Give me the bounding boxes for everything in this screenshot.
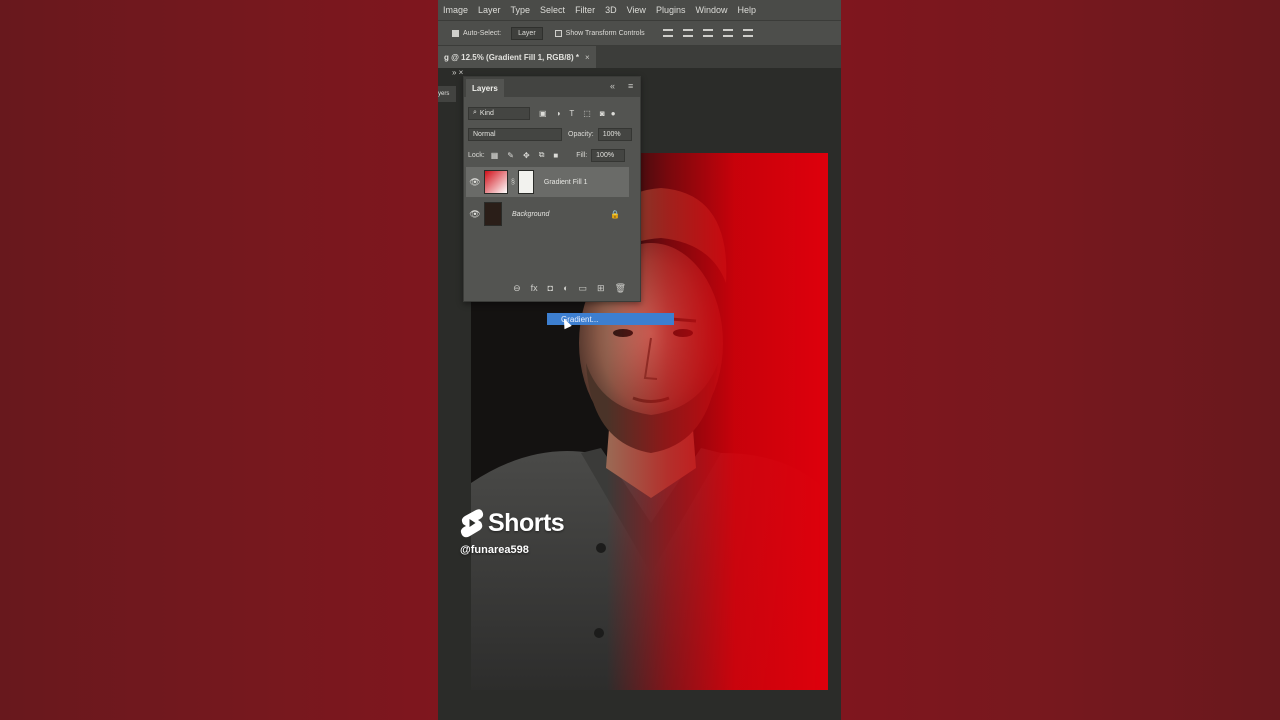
delete-layer-icon[interactable]: 🗑	[615, 283, 626, 294]
visibility-eye-icon[interactable]: 👁	[466, 209, 484, 220]
menu-filter[interactable]: Filter	[570, 5, 600, 15]
options-bar: Auto-Select: Layer Show Transform Contro…	[438, 20, 841, 46]
layer-name: Background	[512, 210, 550, 218]
layer-row-background[interactable]: 👁 Background 🔒	[466, 199, 629, 229]
filter-smart-object-icon[interactable]: ◙	[600, 109, 605, 118]
menu-help[interactable]: Help	[732, 5, 761, 15]
tab-layers[interactable]: Layers	[466, 79, 504, 97]
transform-controls-label: Show Transform Controls	[565, 29, 645, 37]
menu-type[interactable]: Type	[506, 5, 536, 15]
auto-select-target-dropdown[interactable]: Layer	[511, 26, 543, 40]
align-center-icon[interactable]	[682, 29, 693, 37]
lock-transparent-icon[interactable]: ▦	[491, 151, 499, 160]
lock-label: Lock:	[468, 151, 485, 159]
layers-panel-footer: ⊖ fx ◘ ◐ ▭ ⊞ 🗑	[464, 277, 640, 299]
fx-icon[interactable]: fx	[531, 283, 538, 293]
filter-type-icon[interactable]: T	[569, 109, 574, 118]
shorts-title: Shorts	[488, 508, 565, 537]
gradient-thumbnail	[484, 170, 508, 194]
fill-label: Fill:	[576, 151, 588, 159]
link-layers-icon[interactable]: ⊖	[513, 283, 521, 294]
filter-kind-dropdown[interactable]: ⌕ Kind	[468, 106, 530, 120]
auto-select-label: Auto-Select:	[463, 29, 502, 37]
shorts-watermark: Shorts	[460, 508, 565, 538]
layers-panel-header: Layers « ≡	[464, 77, 640, 97]
lock-artboard-icon[interactable]: ⧉	[539, 150, 545, 160]
dock-arrows-icon[interactable]: » ×	[452, 68, 463, 77]
video-frame: Image Layer Type Select Filter 3D View P…	[438, 0, 841, 720]
blend-mode-dropdown[interactable]: Normal	[468, 127, 562, 141]
close-tab-icon[interactable]: ×	[585, 53, 590, 62]
panel-menu-icon[interactable]: ≡	[628, 81, 633, 91]
filter-kind-value: Kind	[479, 109, 494, 117]
filter-row: ⌕ Kind ▣ ◑ T ⬚ ◙ ●	[468, 104, 638, 122]
align-top-icon[interactable]	[722, 29, 733, 37]
menu-window[interactable]: Window	[690, 5, 732, 15]
document-title: g @ 12.5% (Gradient Fill 1, RGB/8) *	[444, 52, 579, 62]
fill-field[interactable]: 100%	[591, 148, 626, 162]
menu-select[interactable]: Select	[535, 5, 570, 15]
layers-panel: Layers « ≡ ⌕ Kind ▣ ◑ T ⬚ ◙ ● Normal Opa…	[463, 76, 641, 302]
lock-all-icon[interactable]: ■	[553, 151, 558, 160]
new-group-icon[interactable]: ▭	[579, 283, 588, 294]
add-mask-icon[interactable]: ◘	[548, 283, 553, 293]
layer-row-gradient-fill[interactable]: 👁 § Gradient Fill 1	[466, 167, 629, 197]
filter-pixel-icon[interactable]: ▣	[539, 109, 547, 118]
distribute-icon[interactable]	[742, 29, 753, 37]
adjustment-layer-icon[interactable]: ◐	[563, 283, 568, 293]
menu-view[interactable]: View	[622, 5, 651, 15]
menu-3d[interactable]: 3D	[600, 5, 622, 15]
menu-bar: Image Layer Type Select Filter 3D View P…	[438, 0, 841, 20]
menu-plugins[interactable]: Plugins	[651, 5, 691, 15]
filter-toggle-icon[interactable]: ●	[611, 109, 616, 118]
new-layer-icon[interactable]: ⊞	[597, 283, 605, 294]
background-thumbnail	[484, 202, 502, 226]
align-right-icon[interactable]	[702, 29, 713, 37]
lock-icon: 🔒	[610, 209, 620, 219]
filter-adjustment-icon[interactable]: ◑	[556, 109, 561, 118]
layer-name: Gradient Fill 1	[543, 178, 588, 186]
lock-image-icon[interactable]: ✎	[507, 151, 514, 160]
tab-layers-label: Layers	[472, 83, 498, 93]
menu-layer[interactable]: Layer	[473, 5, 506, 15]
left-blurred-backdrop	[0, 0, 438, 720]
opacity-label: Opacity:	[568, 130, 594, 138]
search-icon: ⌕	[473, 109, 477, 116]
lock-row: Lock: ▦ ✎ ✥ ⧉ ■ Fill: 100%	[468, 146, 638, 164]
document-tab[interactable]: g @ 12.5% (Gradient Fill 1, RGB/8) * ×	[438, 46, 596, 68]
visibility-eye-icon[interactable]: 👁	[466, 177, 484, 188]
right-blurred-backdrop	[841, 0, 1280, 720]
collapsed-layers-panel[interactable]: yers	[438, 86, 456, 102]
channel-handle[interactable]: @funarea598	[460, 544, 529, 556]
transform-controls-checkbox[interactable]	[554, 29, 562, 37]
align-left-icon[interactable]	[662, 29, 673, 37]
collapsed-panel-label: yers	[438, 91, 450, 97]
filter-shape-icon[interactable]: ⬚	[583, 109, 591, 118]
collapse-panel-icon[interactable]: «	[610, 81, 615, 91]
auto-select-checkbox[interactable]	[452, 29, 459, 37]
link-chain-icon[interactable]: §	[511, 179, 515, 186]
layer-mask-thumbnail[interactable]	[517, 170, 534, 194]
document-tab-bar: g @ 12.5% (Gradient Fill 1, RGB/8) * ×	[438, 46, 841, 68]
blend-row: Normal Opacity: 100%	[468, 125, 638, 143]
menu-image[interactable]: Image	[438, 5, 473, 15]
lock-position-icon[interactable]: ✥	[523, 151, 530, 160]
shorts-logo-icon	[460, 509, 484, 538]
opacity-field[interactable]: 100%	[597, 127, 632, 141]
